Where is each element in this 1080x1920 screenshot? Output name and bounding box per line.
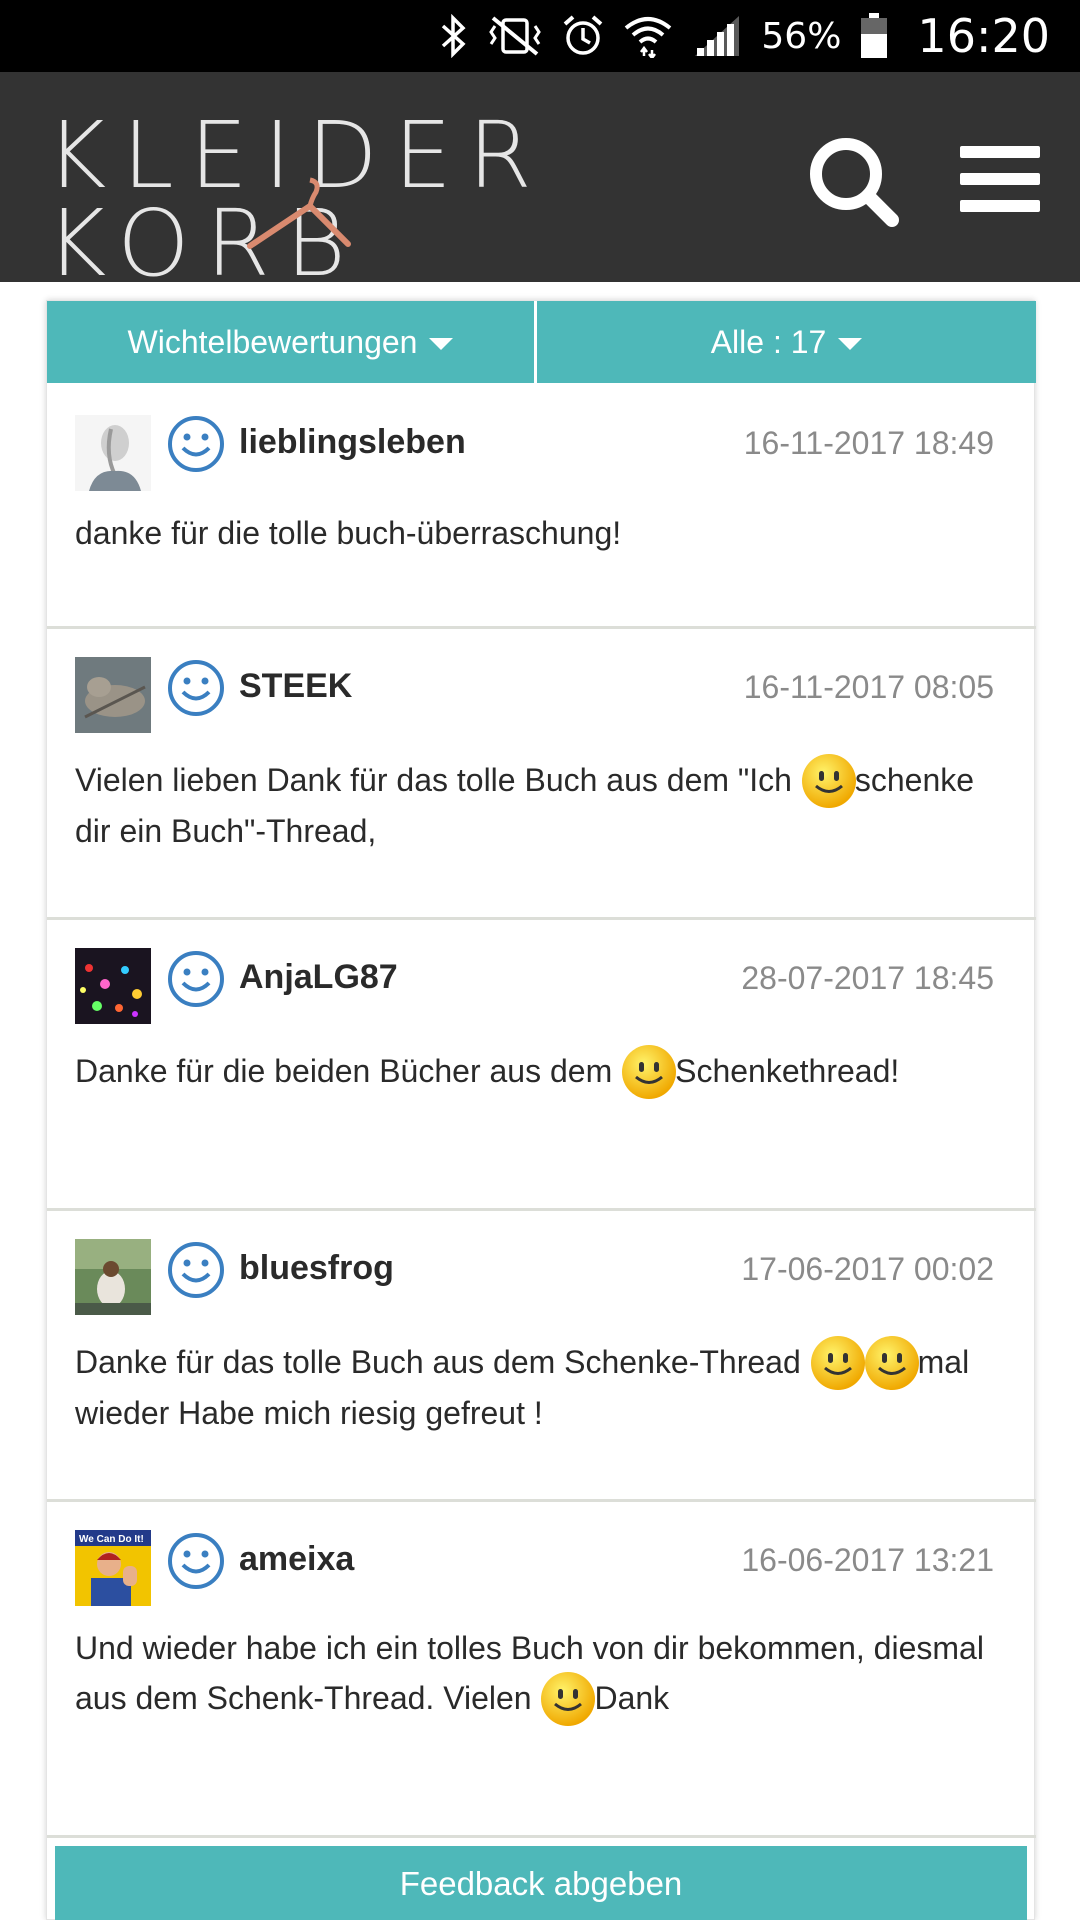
avatar[interactable] <box>75 415 151 491</box>
review-text-part: Schenkethread! <box>675 1053 900 1089</box>
review-text: Vielen lieben Dank für das tolle Buch au… <box>75 753 995 854</box>
review-item: STEEK 16-11-2017 08:05 Vielen lieben Dan… <box>47 629 1036 920</box>
avatar[interactable] <box>75 948 151 1024</box>
review-text-part: Und wieder habe ich ein tolles Buch von … <box>75 1630 984 1716</box>
positive-rating-icon <box>167 659 225 717</box>
review-type-label: Wichtelbewertungen <box>127 323 418 360</box>
review-date: 16-11-2017 08:05 <box>743 669 994 705</box>
smiley-emoji-icon <box>864 1335 920 1391</box>
review-text: danke für die tolle buch-überraschung! <box>75 515 622 551</box>
avatar[interactable] <box>75 657 151 733</box>
review-text-part: Danke für das tolle Buch aus dem Schenke… <box>75 1344 810 1380</box>
feedback-button[interactable]: Feedback abgeben <box>55 1846 1027 1920</box>
review-username[interactable]: ameixa <box>239 1540 354 1579</box>
review-text: Danke für die beiden Bücher aus dem Sche… <box>75 1044 995 1100</box>
app-header: KLEIDER KORB <box>0 72 1080 290</box>
review-username[interactable]: AnjaLG87 <box>239 958 398 997</box>
review-date: 28-07-2017 18:45 <box>741 960 994 996</box>
review-item: AnjaLG87 28-07-2017 18:45 Danke für die … <box>47 920 1036 1211</box>
vibrate-mute-icon <box>487 14 543 58</box>
signal-icon <box>691 14 743 58</box>
review-date: 16-06-2017 13:21 <box>741 1542 994 1578</box>
review-type-dropdown[interactable]: Wichtelbewertungen <box>47 301 537 383</box>
reviews-card: Wichtelbewertungen Alle : 17 lieblingsle… <box>46 300 1036 1920</box>
battery-percent: 56% <box>761 15 842 57</box>
review-text: Und wieder habe ich ein tolles Buch von … <box>75 1626 995 1727</box>
avatar[interactable] <box>75 1239 151 1315</box>
chevron-down-icon <box>838 338 863 350</box>
review-username[interactable]: lieblingsleben <box>239 423 466 462</box>
review-count-label: Alle : 17 <box>710 323 827 360</box>
clock-time: 16:20 <box>917 9 1050 63</box>
review-text-part: Dank <box>594 1680 670 1716</box>
chevron-down-icon <box>429 338 454 350</box>
battery-icon <box>859 12 889 60</box>
filter-bar: Wichtelbewertungen Alle : 17 <box>47 301 1036 383</box>
review-count-dropdown[interactable]: Alle : 17 <box>537 301 1036 383</box>
bluetooth-icon <box>439 14 469 58</box>
smiley-emoji-icon <box>621 1044 677 1100</box>
positive-rating-icon <box>167 415 225 473</box>
review-text-part: Vielen lieben Dank für das tolle Buch au… <box>75 762 801 798</box>
positive-rating-icon <box>167 950 225 1008</box>
review-item: bluesfrog 17-06-2017 00:02 Danke für das… <box>47 1211 1036 1502</box>
status-bar: 56% 16:20 <box>0 0 1080 72</box>
review-item: lieblingsleben 16-11-2017 18:49 danke fü… <box>47 383 1036 629</box>
smiley-emoji-icon <box>810 1335 866 1391</box>
review-date: 16-11-2017 18:49 <box>743 425 994 461</box>
review-username[interactable]: bluesfrog <box>239 1249 394 1288</box>
positive-rating-icon <box>167 1241 225 1299</box>
avatar-badge-text: We Can Do It! <box>79 1534 144 1545</box>
alarm-icon <box>561 14 605 58</box>
hanger-logo-icon <box>236 172 356 257</box>
review-username[interactable]: STEEK <box>239 667 352 706</box>
smiley-emoji-icon <box>801 753 857 809</box>
review-date: 17-06-2017 00:02 <box>741 1251 994 1287</box>
review-text: Danke für das tolle Buch aus dem Schenke… <box>75 1335 995 1436</box>
hamburger-menu-icon[interactable] <box>958 134 1042 224</box>
review-text-part: Danke für die beiden Bücher aus dem <box>75 1053 622 1089</box>
positive-rating-icon <box>167 1532 225 1590</box>
review-item: We Can Do It! ameixa 16-06-2017 13:21 Un… <box>47 1502 1036 1838</box>
avatar[interactable]: We Can Do It! <box>75 1530 151 1606</box>
wifi-icon <box>623 14 673 58</box>
smiley-emoji-icon <box>540 1671 596 1727</box>
status-icons: 56% 16:20 <box>439 0 1050 72</box>
search-icon[interactable] <box>804 132 904 232</box>
